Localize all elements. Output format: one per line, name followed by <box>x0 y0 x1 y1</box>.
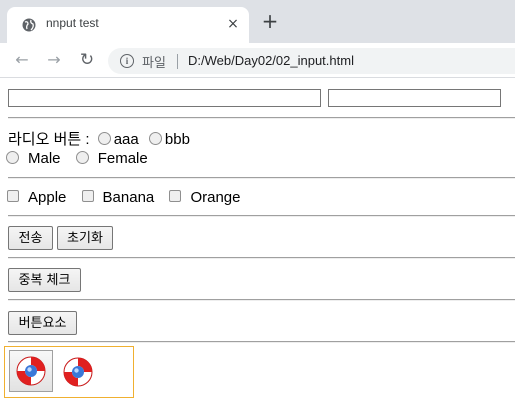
radio-female-label: Female <box>97 150 148 167</box>
radio-row: 라디오 버튼 : aaa bbb <box>8 128 190 149</box>
radio-male[interactable] <box>6 151 19 164</box>
submit-button[interactable]: 전송 <box>8 226 53 250</box>
divider <box>8 117 515 119</box>
checkbox-apple[interactable] <box>7 190 19 202</box>
tab-title: nnput test <box>46 16 99 30</box>
radio-aaa-label: aaa <box>113 131 139 148</box>
button-element[interactable]: 버튼요소 <box>8 311 77 335</box>
gender-row: Male Female <box>6 150 148 167</box>
radio-bbb[interactable] <box>148 132 162 145</box>
url-text[interactable]: D:/Web/Day02/02_input.html <box>188 53 354 68</box>
arrow-right-icon[interactable]: → <box>44 51 64 69</box>
reload-icon[interactable]: ↻ <box>77 51 97 69</box>
checkbox-row: Apple Banana Orange <box>7 189 240 206</box>
address-bar[interactable]: i 파일 D:/Web/Day02/02_input.html <box>108 48 515 74</box>
divider <box>8 299 515 301</box>
new-tab-icon[interactable]: + <box>260 11 280 31</box>
divider <box>8 341 515 343</box>
radio-male-label: Male <box>28 150 61 167</box>
globe-icon <box>22 18 36 32</box>
checkbox-orange-label: Orange <box>190 189 241 206</box>
checkbox-banana[interactable] <box>81 190 94 202</box>
checkbox-orange[interactable] <box>169 190 182 202</box>
arrow-left-icon[interactable]: ← <box>12 51 32 69</box>
address-separator <box>177 54 178 69</box>
image-button[interactable] <box>9 350 53 392</box>
lifebuoy-icon <box>16 356 46 386</box>
site-label: 파일 <box>142 56 166 71</box>
tab-strip: nnput test × + <box>0 0 515 43</box>
radio-aaa[interactable] <box>97 132 111 145</box>
browser-toolbar: ← → ↻ i 파일 D:/Web/Day02/02_input.html <box>0 43 515 78</box>
checkbox-banana-label: Banana <box>102 189 155 206</box>
close-tab-icon[interactable]: × <box>225 14 241 34</box>
divider <box>8 257 515 259</box>
image-button-area <box>4 346 134 398</box>
text-input-1[interactable] <box>8 89 321 107</box>
duplicate-check-button[interactable]: 중복 체크 <box>8 268 81 292</box>
lifebuoy-icon[interactable] <box>61 355 95 389</box>
checkbox-apple-label: Apple <box>28 189 67 206</box>
radio-label: 라디오 버튼 : <box>8 131 90 148</box>
page-content: 라디오 버튼 : aaa bbb Male Female Apple Banan… <box>0 78 515 411</box>
radio-female[interactable] <box>75 151 89 164</box>
divider <box>8 215 515 217</box>
reset-button[interactable]: 초기화 <box>57 226 113 250</box>
radio-bbb-label: bbb <box>164 131 190 148</box>
browser-tab[interactable]: nnput test × <box>7 7 249 43</box>
text-input-2[interactable] <box>328 89 501 107</box>
info-icon[interactable]: i <box>120 54 134 68</box>
divider <box>8 177 515 179</box>
